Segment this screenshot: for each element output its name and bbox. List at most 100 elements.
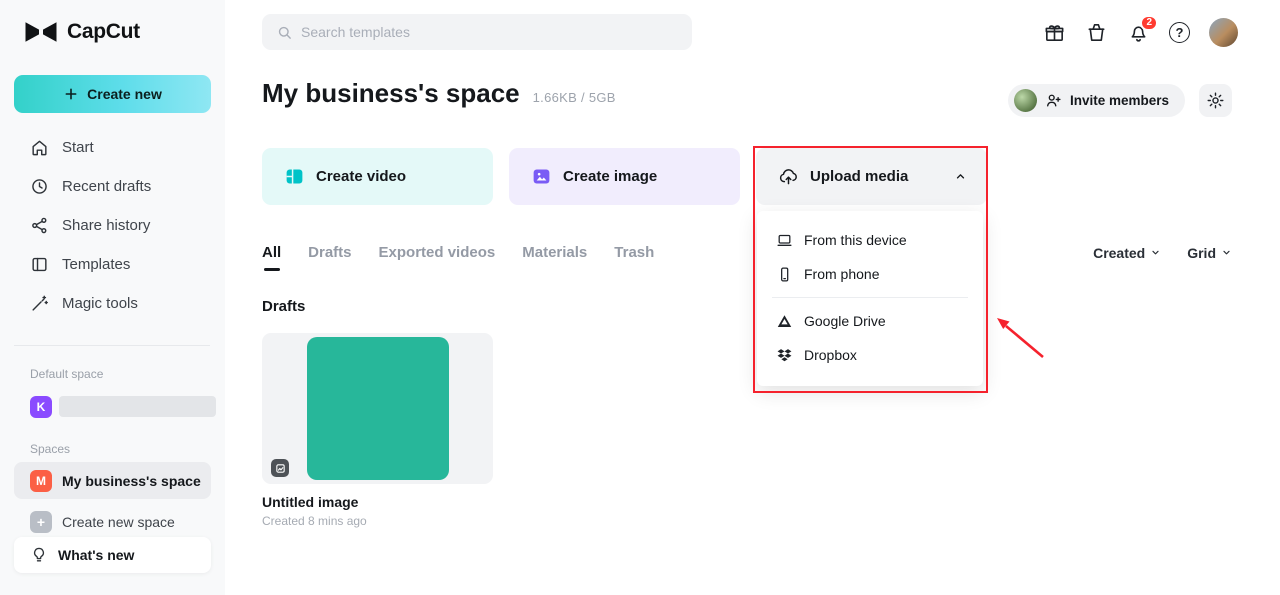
sidebar-item-label: Start: [62, 139, 94, 156]
quick-actions: Create video Create image Upload media: [262, 148, 987, 205]
view-dropdown[interactable]: Grid: [1187, 245, 1232, 261]
sidebar-item-label: Share history: [62, 217, 151, 234]
create-new-space-button[interactable]: + Create new space: [14, 503, 211, 540]
tab-drafts[interactable]: Drafts: [308, 244, 351, 261]
upload-media-button[interactable]: Upload media: [756, 148, 987, 205]
main-content: 2 ? My business's space 1.66KB / 5GB Inv…: [225, 0, 1280, 595]
header-actions: Invite members: [1007, 84, 1232, 117]
sidebar-divider: [14, 345, 210, 346]
google-drive-icon: [777, 314, 792, 327]
upload-media-menu: From this device From phone Google Drive…: [757, 211, 983, 386]
drafts-section-title: Drafts: [262, 298, 306, 315]
storage-usage: 1.66KB / 5GB: [532, 90, 616, 105]
capcut-logo[interactable]: CapCut: [0, 0, 225, 44]
page-header: My business's space 1.66KB / 5GB: [262, 78, 616, 109]
sidebar-item-recent-drafts[interactable]: Recent drafts: [0, 167, 225, 206]
default-space-name-placeholder: [59, 396, 216, 417]
plus-avatar-icon: +: [30, 510, 52, 533]
cloud-upload-icon: [779, 169, 797, 185]
create-video-label: Create video: [316, 168, 407, 185]
view-label: Grid: [1187, 244, 1216, 261]
search-icon: [278, 26, 291, 39]
gear-icon: [1207, 92, 1224, 109]
capcut-app: CapCut Create new Start Recent drafts Sh…: [0, 0, 1280, 595]
sidebar-item-label: Recent drafts: [62, 178, 152, 195]
library-tabs-row: All Drafts Exported videos Materials Tra…: [262, 244, 1232, 261]
search-bar[interactable]: [262, 14, 692, 50]
sidebar-item-templates[interactable]: Templates: [0, 245, 225, 284]
menu-item-label: Google Drive: [804, 313, 886, 329]
sort-dropdown[interactable]: Created: [1093, 245, 1161, 261]
sidebar-item-label: Templates: [62, 256, 131, 273]
menu-item-dropbox[interactable]: Dropbox: [757, 338, 983, 372]
magic-wand-icon: [32, 295, 48, 311]
create-video-button[interactable]: Create video: [262, 148, 493, 205]
tab-materials[interactable]: Materials: [522, 244, 587, 261]
menu-divider: [772, 297, 968, 298]
default-space-label: Default space: [30, 367, 104, 381]
chevron-down-icon: [1223, 250, 1230, 255]
person-plus-icon: [1046, 94, 1061, 107]
member-avatar: [1013, 89, 1037, 112]
create-new-space-label: Create new space: [62, 513, 175, 530]
search-input[interactable]: [301, 24, 678, 40]
create-new-label: Create new: [87, 86, 162, 102]
draft-title: Untitled image: [262, 494, 359, 510]
tab-exported-videos[interactable]: Exported videos: [379, 244, 496, 261]
question-icon: ?: [1175, 24, 1184, 40]
tab-trash[interactable]: Trash: [614, 244, 654, 261]
orders-box-icon: [1088, 23, 1105, 41]
sidebar-item-start[interactable]: Start: [0, 128, 225, 167]
gift-icon: [1045, 24, 1064, 41]
create-new-button[interactable]: Create new: [14, 75, 211, 113]
draft-card[interactable]: [262, 333, 493, 484]
default-space-avatar: K: [30, 395, 52, 418]
sidebar-item-label: Magic tools: [62, 295, 138, 312]
capcut-logo-icon: [25, 22, 57, 42]
menu-item-label: Dropbox: [804, 347, 857, 363]
space-item-my-business[interactable]: M My business's space: [14, 462, 211, 499]
invite-members-button[interactable]: Invite members: [1007, 84, 1185, 117]
brand-name: CapCut: [67, 20, 140, 43]
templates-icon: [32, 257, 47, 272]
whats-new-label: What's new: [58, 547, 135, 563]
gift-button[interactable]: [1043, 21, 1066, 44]
sidebar-item-magic-tools[interactable]: Magic tools: [0, 284, 225, 323]
space-name: My business's space: [62, 472, 201, 489]
lightbulb-icon: [33, 547, 45, 562]
menu-item-from-this-device[interactable]: From this device: [757, 223, 983, 257]
chevron-down-icon: [1152, 250, 1159, 255]
invite-members-label: Invite members: [1069, 93, 1169, 108]
whats-new-button[interactable]: What's new: [14, 537, 211, 573]
space-settings-button[interactable]: [1199, 84, 1232, 117]
menu-item-google-drive[interactable]: Google Drive: [757, 304, 983, 338]
draft-thumbnail: [306, 337, 449, 480]
create-image-button[interactable]: Create image: [509, 148, 740, 205]
clock-icon: [32, 179, 47, 194]
spaces-label: Spaces: [30, 442, 71, 456]
draft-created-time: Created 8 mins ago: [262, 514, 367, 528]
dropbox-icon: [777, 348, 792, 361]
orders-button[interactable]: [1085, 21, 1108, 44]
chevron-up-icon: [956, 174, 965, 179]
menu-item-from-phone[interactable]: From phone: [757, 257, 983, 291]
sidebar-item-share-history[interactable]: Share history: [0, 206, 225, 245]
default-space-item[interactable]: K: [30, 395, 216, 418]
device-icon: [777, 234, 792, 246]
notification-badge: 2: [1140, 14, 1158, 31]
video-editor-icon: [286, 169, 303, 184]
create-image-label: Create image: [563, 168, 658, 185]
library-tabs: All Drafts Exported videos Materials Tra…: [262, 244, 654, 261]
upload-media-label: Upload media: [810, 168, 909, 185]
page-title: My business's space: [262, 78, 520, 108]
topbar-icons: 2 ?: [1043, 14, 1238, 48]
tab-all[interactable]: All: [262, 244, 281, 261]
help-button[interactable]: ?: [1169, 21, 1190, 43]
menu-item-label: From this device: [804, 232, 907, 248]
menu-item-label: From phone: [804, 266, 880, 282]
user-avatar[interactable]: [1209, 17, 1238, 47]
space-avatar: M: [30, 469, 52, 492]
phone-icon: [781, 266, 789, 282]
image-type-icon: [275, 463, 285, 473]
notifications-button[interactable]: 2: [1127, 14, 1158, 44]
